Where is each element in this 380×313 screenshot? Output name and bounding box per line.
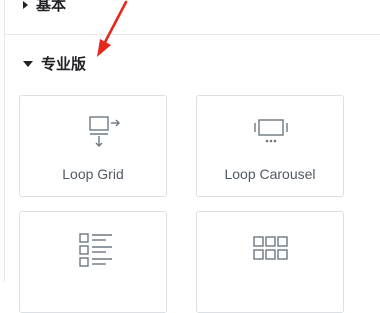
widget-label: Loop Carousel	[224, 166, 316, 182]
widget-posts[interactable]	[19, 211, 167, 313]
posts-list-icon	[79, 233, 112, 267]
section-header-pro[interactable]: 专业版	[23, 53, 86, 74]
widget-label: Loop Grid	[62, 166, 124, 182]
loop-carousel-icon	[254, 119, 288, 143]
loop-grid-icon	[89, 116, 120, 147]
section-label-pro: 专业版	[41, 55, 87, 73]
section-divider	[5, 34, 380, 35]
widget-loop-carousel[interactable]: Loop Carousel	[196, 95, 344, 197]
widget-gallery[interactable]	[196, 211, 344, 313]
gallery-grid-icon	[253, 236, 288, 260]
section-header-basic[interactable]: 基本	[23, 0, 66, 15]
caret-right-icon	[23, 0, 28, 9]
widget-loop-grid[interactable]: Loop Grid	[19, 95, 167, 197]
caret-down-icon	[23, 60, 33, 67]
section-label-basic: 基本	[36, 0, 67, 14]
